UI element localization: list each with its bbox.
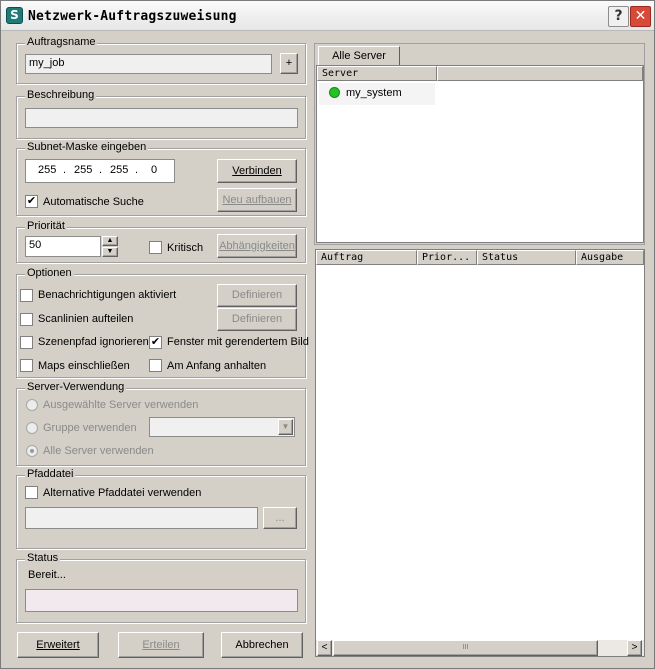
alt-path-label: Alternative Pfaddatei verwenden [43, 487, 202, 499]
column-header-server[interactable]: Server [317, 66, 437, 81]
server-name: my_system [346, 87, 402, 99]
horizontal-scrollbar[interactable]: < III > [316, 640, 644, 656]
group-select[interactable]: ▼ [149, 417, 295, 437]
auto-search-label: Automatische Suche [43, 196, 144, 208]
halt-at-start-label: Am Anfang anhalten [167, 360, 267, 372]
advanced-button[interactable]: Erweitert [17, 632, 99, 658]
notifications-checkbox[interactable] [20, 289, 33, 302]
priority-spin-up[interactable]: ▲ [102, 236, 118, 246]
critical-label: Kritisch [167, 242, 204, 254]
server-usage-group-label: Server-Verwendung [25, 381, 127, 393]
define-notifications-button[interactable]: Definieren [217, 284, 297, 307]
auto-search-checkbox[interactable]: ✔ [25, 195, 38, 208]
help-button[interactable]: ? [608, 6, 629, 27]
tab-all-servers[interactable]: Alle Server [318, 46, 400, 66]
browse-button[interactable]: ... [263, 507, 297, 529]
path-file-group-label: Pfaddatei [25, 468, 76, 480]
cancel-button[interactable]: Abbrechen [221, 632, 303, 658]
render-window-checkbox[interactable]: ✔ [149, 336, 162, 349]
dependencies-button[interactable]: Abhängigkeiten [217, 234, 297, 258]
subnet-octet-2: 255 [74, 164, 93, 176]
server-status-icon [329, 87, 340, 98]
all-servers-label: Alle Server verwenden [43, 445, 154, 457]
subnet-mask-input[interactable]: 255 . 255 . 255 . 0 [25, 159, 175, 183]
ignore-scene-path-checkbox[interactable] [20, 336, 33, 349]
define-scanlines-button[interactable]: Definieren [217, 308, 297, 331]
subnet-octet-1: 255 [38, 164, 57, 176]
dependencies-label: Abhängigkeiten [219, 240, 295, 252]
notifications-label: Benachrichtigungen aktiviert [38, 289, 177, 301]
subnet-dot-3: . [135, 164, 139, 176]
column-header-output[interactable]: Ausgabe [576, 250, 644, 265]
add-job-button[interactable]: + [280, 53, 298, 74]
use-group-radio[interactable] [26, 422, 38, 434]
status-group-label: Status [25, 552, 61, 564]
use-group-label: Gruppe verwenden [43, 422, 137, 434]
scroll-thumb[interactable]: III [333, 640, 598, 656]
options-group-label: Optionen [25, 267, 74, 279]
all-servers-radio[interactable] [26, 445, 38, 457]
column-header-priority[interactable]: Prior... [417, 250, 477, 265]
subnet-dot-2: . [99, 164, 103, 176]
chevron-down-icon[interactable]: ▼ [278, 419, 293, 435]
column-header-empty[interactable] [437, 66, 643, 81]
include-maps-label: Maps einschließen [38, 360, 130, 372]
column-header-status[interactable]: Status [477, 250, 576, 265]
critical-checkbox[interactable] [149, 241, 162, 254]
priority-input[interactable]: 50 [25, 236, 101, 257]
subnet-octet-3: 255 [110, 164, 129, 176]
advanced-label: Erweitert [36, 639, 80, 651]
rebuild-button[interactable]: Neu aufbauen [217, 188, 297, 212]
scroll-left-button[interactable]: < [317, 640, 332, 656]
column-header-job[interactable]: Auftrag [316, 250, 417, 265]
rebuild-label: Neu aufbauen [222, 194, 292, 206]
split-scanlines-label: Scanlinien aufteilen [38, 313, 134, 325]
scroll-right-button[interactable]: > [627, 640, 642, 656]
selected-servers-label: Ausgewählte Server verwenden [43, 399, 199, 411]
submit-label: Erteilen [142, 639, 180, 651]
split-scanlines-checkbox[interactable] [20, 313, 33, 326]
server-list: Server my_system [316, 65, 644, 243]
app-icon: S [6, 7, 23, 24]
subnet-group-label: Subnet-Maske eingeben [25, 141, 149, 153]
description-input[interactable] [25, 108, 298, 128]
window-title: Netzwerk-Auftragszuweisung [28, 9, 237, 24]
job-queue-list: Auftrag Prior... Status Ausgabe < III > [315, 249, 645, 657]
priority-spin-down[interactable]: ▼ [102, 247, 118, 257]
connect-button[interactable]: Verbinden [217, 159, 297, 183]
include-maps-checkbox[interactable] [20, 359, 33, 372]
status-text: Bereit... [28, 569, 66, 581]
halt-at-start-checkbox[interactable] [149, 359, 162, 372]
description-group-label: Beschreibung [25, 89, 97, 101]
close-button[interactable]: ✕ [630, 6, 651, 27]
submit-button[interactable]: Erteilen [118, 632, 204, 658]
status-bar [25, 589, 298, 612]
ignore-scene-path-label: Szenenpfad ignorieren [38, 336, 149, 348]
priority-group-label: Priorität [25, 220, 67, 232]
render-window-label: Fenster mit gerendertem Bild [167, 336, 309, 348]
title-bar: S Netzwerk-Auftragszuweisung ? ✕ [1, 1, 654, 31]
job-name-input[interactable]: my_job [25, 54, 272, 74]
connect-label: Verbinden [232, 165, 282, 177]
job-name-group-label: Auftragsname [25, 36, 98, 48]
network-job-dialog: S Netzwerk-Auftragszuweisung ? ✕ Auftrag… [0, 0, 655, 669]
subnet-octet-4: 0 [151, 164, 158, 176]
subnet-dot-1: . [63, 164, 67, 176]
alt-path-checkbox[interactable] [25, 486, 38, 499]
selected-servers-radio[interactable] [26, 399, 38, 411]
path-input[interactable] [25, 507, 258, 529]
server-row[interactable]: my_system [319, 83, 435, 105]
